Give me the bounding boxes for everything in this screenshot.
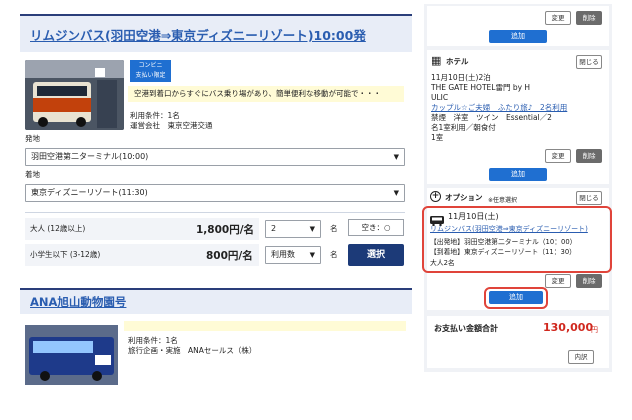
organizer-text: 旅行企画・実施 ANAセールス（株） <box>128 346 257 355</box>
hotel-dates: 11月10日(土)2泊 <box>431 73 491 82</box>
hotel-name: THE GATE HOTEL雷門 by H <box>431 83 531 92</box>
bus-photo <box>25 325 118 385</box>
unit-label: 名 <box>330 224 338 233</box>
bus-icon <box>430 211 444 227</box>
total-amount: 130,000 <box>543 321 594 334</box>
hotel-section-title: ホテル <box>446 57 469 66</box>
departure-select[interactable]: 羽田空港第二ターミナル(10:00) ▼ <box>25 148 405 166</box>
chevron-down-icon: ▼ <box>393 153 399 161</box>
adult-label: 大人 (12歳以上) <box>30 224 86 233</box>
arrival-select[interactable]: 東京ディズニーリゾート(11:30) ▼ <box>25 184 405 202</box>
adult-price: 1,800円/名 <box>196 224 255 236</box>
add-button[interactable]: 追加 <box>489 291 543 304</box>
hotel-plan-link[interactable]: カップル☆ご夫婦 ふたり旅♪ 2名利用 <box>431 103 567 113</box>
chevron-down-icon: ▼ <box>309 225 315 233</box>
arrival-value: 東京ディズニーリゾート(11:30) <box>31 188 148 197</box>
delete-button[interactable]: 削除 <box>576 149 602 163</box>
operator-text: 運営会社 東京空港交通 <box>130 121 213 130</box>
bus-photo <box>25 60 124 130</box>
passenger-count: 大人2名 <box>430 259 455 267</box>
change-button[interactable]: 変更 <box>545 149 571 163</box>
chevron-down-icon: ▼ <box>393 189 399 197</box>
badge-line-1: コンビニ <box>138 62 163 69</box>
delete-button[interactable]: 削除 <box>576 274 602 288</box>
room-count: 1室 <box>431 133 444 142</box>
arrival-label: 着地 <box>25 170 40 179</box>
unit-label: 名 <box>330 250 338 259</box>
select-button[interactable]: 選択 <box>348 244 404 266</box>
building-icon: ▦ <box>431 54 442 67</box>
change-button[interactable]: 変更 <box>545 274 571 288</box>
delete-button[interactable]: 削除 <box>576 11 602 25</box>
divider <box>25 212 405 213</box>
departure-label: 発地 <box>25 134 40 143</box>
plus-circle-icon: + <box>430 191 441 202</box>
adult-qty: 2 <box>271 224 277 233</box>
departure-value: 羽田空港第二ターミナル(10:00) <box>31 152 149 161</box>
child-quantity-select[interactable]: 利用数 ▼ <box>265 246 321 264</box>
notice-bar <box>124 321 406 331</box>
option-date: 11月10日(土) <box>448 212 499 221</box>
condition-text: 利用条件：1名 <box>130 111 180 120</box>
close-button[interactable]: 閉じる <box>576 191 602 205</box>
departure-detail: 【出発地】羽田空港第二ターミナル（10：00） <box>430 238 577 246</box>
total-label: お支払い金額合計 <box>434 324 498 333</box>
adult-quantity-select[interactable]: 2 ▼ <box>265 220 321 238</box>
add-button[interactable]: 追加 <box>489 30 547 43</box>
availability-badge: 空き：○ <box>348 219 404 236</box>
product-title-link[interactable]: リムジンバス(羽田空港⇒東京ディズニーリゾート)10:00発 <box>30 25 366 44</box>
child-price: 800円/名 <box>206 250 253 262</box>
condition-text: 利用条件：1名 <box>128 336 178 345</box>
chevron-down-icon: ▼ <box>309 251 315 259</box>
room-detail: 名1室利用／朝食付 <box>431 123 496 132</box>
total-currency: 円 <box>591 326 598 334</box>
notice-text: 空港到着口からすぐにバス乗り場があり、簡単便利な移動が可能で・・・ <box>128 86 404 102</box>
child-label: 小学生以下 (3-12歳) <box>30 250 101 259</box>
optional-note: ※任意選択 <box>488 197 518 204</box>
add-button[interactable]: 追加 <box>489 168 547 181</box>
room-detail: 禁煙 洋室 ツイン Essential／2 <box>431 113 552 122</box>
option-section-title: オプション <box>445 193 483 202</box>
details-button[interactable]: 内訳 <box>568 350 594 364</box>
product-title-link[interactable]: ANA旭山動物園号 <box>30 294 126 310</box>
convenience-store-badge: コンビニ 支払い限定 <box>130 60 171 82</box>
bus-link[interactable]: リムジンバス(羽田空港⇒東京ディズニーリゾート) <box>430 224 588 234</box>
hotel-name-cont: ULIC <box>431 93 449 102</box>
child-qty: 利用数 <box>271 250 295 259</box>
change-button[interactable]: 変更 <box>545 11 571 25</box>
close-button[interactable]: 閉じる <box>576 55 602 69</box>
badge-line-2: 支払い限定 <box>135 72 166 79</box>
arrival-detail: 【到着地】東京ディズニーリゾート（11：30） <box>430 248 576 256</box>
